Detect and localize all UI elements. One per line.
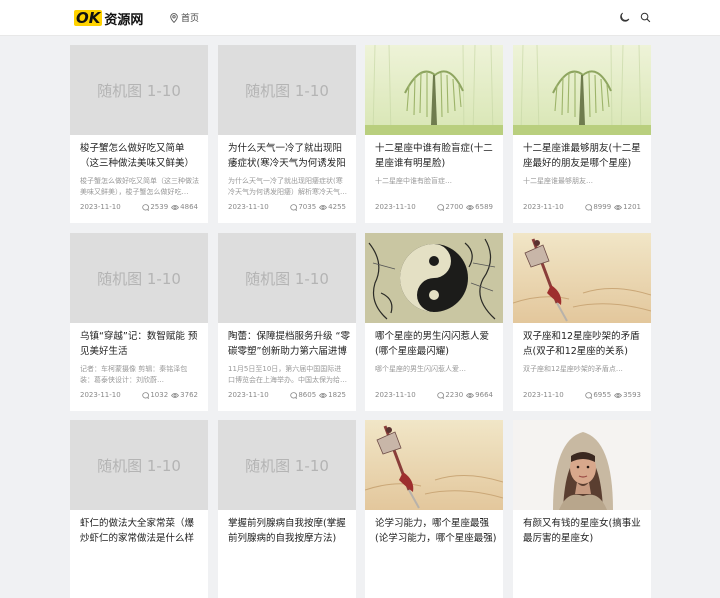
comment-count: 6955 xyxy=(593,391,612,399)
location-pin-icon xyxy=(170,12,178,23)
view-count: 3762 xyxy=(180,391,198,399)
comment-count: 8605 xyxy=(298,391,317,399)
comment-icon xyxy=(585,391,593,399)
post-title[interactable]: 十二星座中谁有脸盲症(十二星座谁有明星脸) xyxy=(375,141,497,171)
view-count: 1201 xyxy=(623,203,641,211)
nav-home-label: 首页 xyxy=(181,14,200,24)
post-card[interactable]: 双子座和12星座吵架的矛盾点(双子和12星座的关系) 双子座和12星座吵架的矛盾点… xyxy=(513,233,651,411)
post-excerpt: 哪个星座的男生闪闪惹人爱… xyxy=(375,365,466,373)
post-card[interactable]: 十二星座谁最够朋友(十二星座最好的朋友是哪个星座) 十二星座谁最够朋友… 2023-… xyxy=(513,45,651,223)
views-eye-icon xyxy=(466,392,475,398)
view-count: 1825 xyxy=(328,391,346,399)
post-title[interactable]: 陶蕾：保障提档服务升级 “零碳零塑”创新助力第六届进博会 xyxy=(228,329,350,359)
post-excerpt: 记者：车柯蒙摄像 剪辑：秦铭泽包装：葛泰侠设计：刘欣蔚… xyxy=(80,365,188,384)
post-title[interactable]: 双子座和12星座吵架的矛盾点(双子和12星座的关系) xyxy=(523,329,645,359)
post-date: 2023-11-10 xyxy=(80,203,121,211)
nav-home[interactable]: 首页 xyxy=(170,11,199,24)
comment-icon xyxy=(585,203,593,211)
post-excerpt: 为什么天气一冷了就出现阳痿症状(寒冷天气为何诱发阳痿）解析寒冷天气… xyxy=(228,177,347,196)
post-title[interactable]: 乌镇“穿越”记：数智赋能 预见美好生活 xyxy=(80,329,202,359)
post-thumbnail-placeholder[interactable]: 随机图 1-10 xyxy=(70,233,208,323)
comment-icon xyxy=(142,203,150,211)
dark-mode-moon-icon[interactable] xyxy=(619,12,630,23)
logo-text: 资源网 xyxy=(104,12,144,28)
views-eye-icon xyxy=(614,392,623,398)
post-date: 2023-11-10 xyxy=(523,203,564,211)
comment-count: 2700 xyxy=(445,203,464,211)
post-thumbnail-placeholder[interactable]: 随机图 1-10 xyxy=(70,45,208,135)
views-eye-icon xyxy=(171,392,180,398)
post-thumbnail-placeholder[interactable]: 随机图 1-10 xyxy=(218,45,356,135)
post-thumbnail-placeholder[interactable]: 随机图 1-10 xyxy=(218,233,356,323)
post-date: 2023-11-10 xyxy=(375,203,416,211)
views-eye-icon xyxy=(466,204,475,210)
post-excerpt: 11月5日至10日，第六届中国国际进口博览会在上海举办。中国太保为给… xyxy=(228,365,347,384)
post-title[interactable]: 梭子蟹怎么做好吃又简单（这三种做法美味又鲜美） xyxy=(80,141,202,171)
views-eye-icon xyxy=(319,204,328,210)
post-card[interactable]: 论学习能力，哪个星座最强(论学习能力，哪个星座最强) xyxy=(365,420,503,598)
post-title[interactable]: 掌握前列腺病自我按摩(掌握前列腺病的自我按摩方法) xyxy=(228,516,350,546)
comment-icon xyxy=(142,391,150,399)
post-excerpt: 梭子蟹怎么做好吃又简单（这三种做法美味又鲜美），梭子蟹怎么做好吃… xyxy=(80,177,199,196)
comment-count: 1032 xyxy=(150,391,169,399)
post-thumbnail-placeholder[interactable]: 随机图 1-10 xyxy=(70,420,208,510)
post-card[interactable]: 随机图 1-10 陶蕾：保障提档服务升级 “零碳零塑”创新助力第六届进博会 11月5… xyxy=(218,233,356,411)
comment-icon xyxy=(437,391,445,399)
post-thumbnail[interactable] xyxy=(365,45,503,136)
view-count: 4255 xyxy=(328,203,346,211)
post-card[interactable]: 随机图 1-10 掌握前列腺病自我按摩(掌握前列腺病的自我按摩方法) xyxy=(218,420,356,598)
views-eye-icon xyxy=(171,204,180,210)
search-icon[interactable] xyxy=(640,12,651,23)
post-excerpt: 十二星座中谁有脸盲症… xyxy=(375,177,452,185)
post-title[interactable]: 有颜又有钱的星座女(搞事业最厉害的星座女) xyxy=(523,516,645,546)
post-card[interactable]: 有颜又有钱的星座女(搞事业最厉害的星座女) xyxy=(513,420,651,598)
view-count: 3593 xyxy=(623,391,641,399)
comment-count: 2230 xyxy=(445,391,464,399)
view-count: 9664 xyxy=(475,391,493,399)
views-eye-icon xyxy=(319,392,328,398)
post-card[interactable]: 随机图 1-10 乌镇“穿越”记：数智赋能 预见美好生活记者：车柯蒙摄像 剪辑：秦… xyxy=(70,233,208,411)
post-date: 2023-11-10 xyxy=(523,391,564,399)
post-date: 2023-11-10 xyxy=(80,391,121,399)
comment-icon xyxy=(290,203,298,211)
post-card[interactable]: 哪个星座的男生闪闪惹人爱(哪个星座最闪耀) 哪个星座的男生闪闪惹人爱… 2023-1… xyxy=(365,233,503,411)
site-logo[interactable]: OK 资源网 xyxy=(74,9,144,28)
post-card[interactable]: 随机图 1-10 虾仁的做法大全家常菜（爆炒虾仁的家常做法是什么样的） xyxy=(70,420,208,598)
comment-icon xyxy=(437,203,445,211)
site-header: OK 资源网 首页 xyxy=(0,0,720,36)
post-title[interactable]: 十二星座谁最够朋友(十二星座最好的朋友是哪个星座) xyxy=(523,141,645,171)
post-thumbnail[interactable] xyxy=(365,420,503,510)
post-thumbnail[interactable] xyxy=(513,233,651,323)
comment-count: 7035 xyxy=(298,203,317,211)
comment-icon xyxy=(290,391,298,399)
post-thumbnail[interactable] xyxy=(513,45,651,136)
comment-count: 2539 xyxy=(150,203,169,211)
view-count: 4864 xyxy=(180,203,198,211)
logo-mark: OK xyxy=(74,9,103,27)
post-card[interactable]: 随机图 1-10 为什么天气一冷了就出现阳痿症状(寒冷天气为何诱发阳痿) 为什么天气… xyxy=(218,45,356,223)
post-thumbnail-placeholder[interactable]: 随机图 1-10 xyxy=(218,420,356,510)
post-card[interactable]: 随机图 1-10 梭子蟹怎么做好吃又简单（这三种做法美味又鲜美） 梭子蟹怎么做好吃又… xyxy=(70,45,208,223)
post-title[interactable]: 为什么天气一冷了就出现阳痿症状(寒冷天气为何诱发阳痿) xyxy=(228,141,350,171)
post-title[interactable]: 论学习能力，哪个星座最强(论学习能力，哪个星座最强) xyxy=(375,516,497,546)
view-count: 6589 xyxy=(475,203,493,211)
post-date: 2023-11-10 xyxy=(228,203,269,211)
post-date: 2023-11-10 xyxy=(228,391,269,399)
comment-count: 8999 xyxy=(593,203,612,211)
post-excerpt: 双子座和12星座吵架的矛盾点… xyxy=(523,365,623,373)
views-eye-icon xyxy=(614,204,623,210)
post-card[interactable]: 十二星座中谁有脸盲症(十二星座谁有明星脸) 十二星座中谁有脸盲症… 2023-11-… xyxy=(365,45,503,223)
post-thumbnail[interactable] xyxy=(513,420,651,510)
post-thumbnail[interactable] xyxy=(365,233,503,323)
post-title[interactable]: 虾仁的做法大全家常菜（爆炒虾仁的家常做法是什么样的） xyxy=(80,516,202,546)
post-excerpt: 十二星座谁最够朋友… xyxy=(523,177,593,185)
post-date: 2023-11-10 xyxy=(375,391,416,399)
post-title[interactable]: 哪个星座的男生闪闪惹人爱(哪个星座最闪耀) xyxy=(375,329,497,359)
